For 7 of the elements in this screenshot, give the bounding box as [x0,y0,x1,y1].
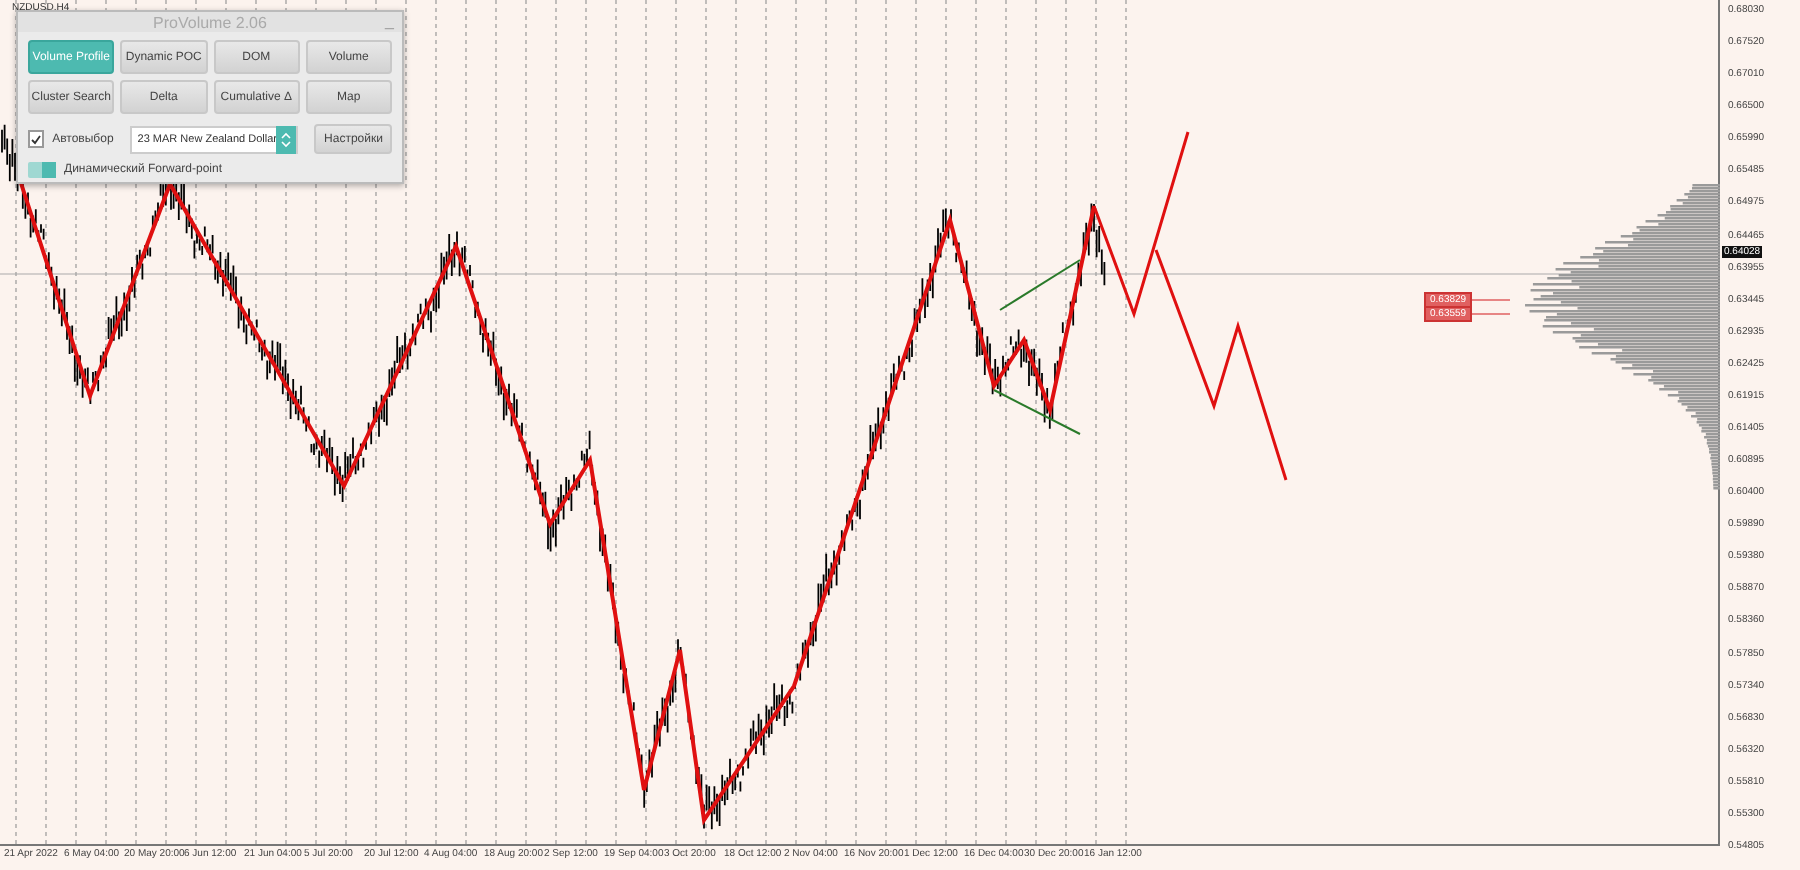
trend-line [999,259,1081,311]
toggle-switch[interactable] [28,162,56,178]
trend-line [993,389,1081,435]
panel-title: ProVolume 2.06 [153,13,267,31]
level-line [1469,299,1511,301]
checkbox[interactable] [28,130,45,148]
level-line [1469,313,1511,315]
